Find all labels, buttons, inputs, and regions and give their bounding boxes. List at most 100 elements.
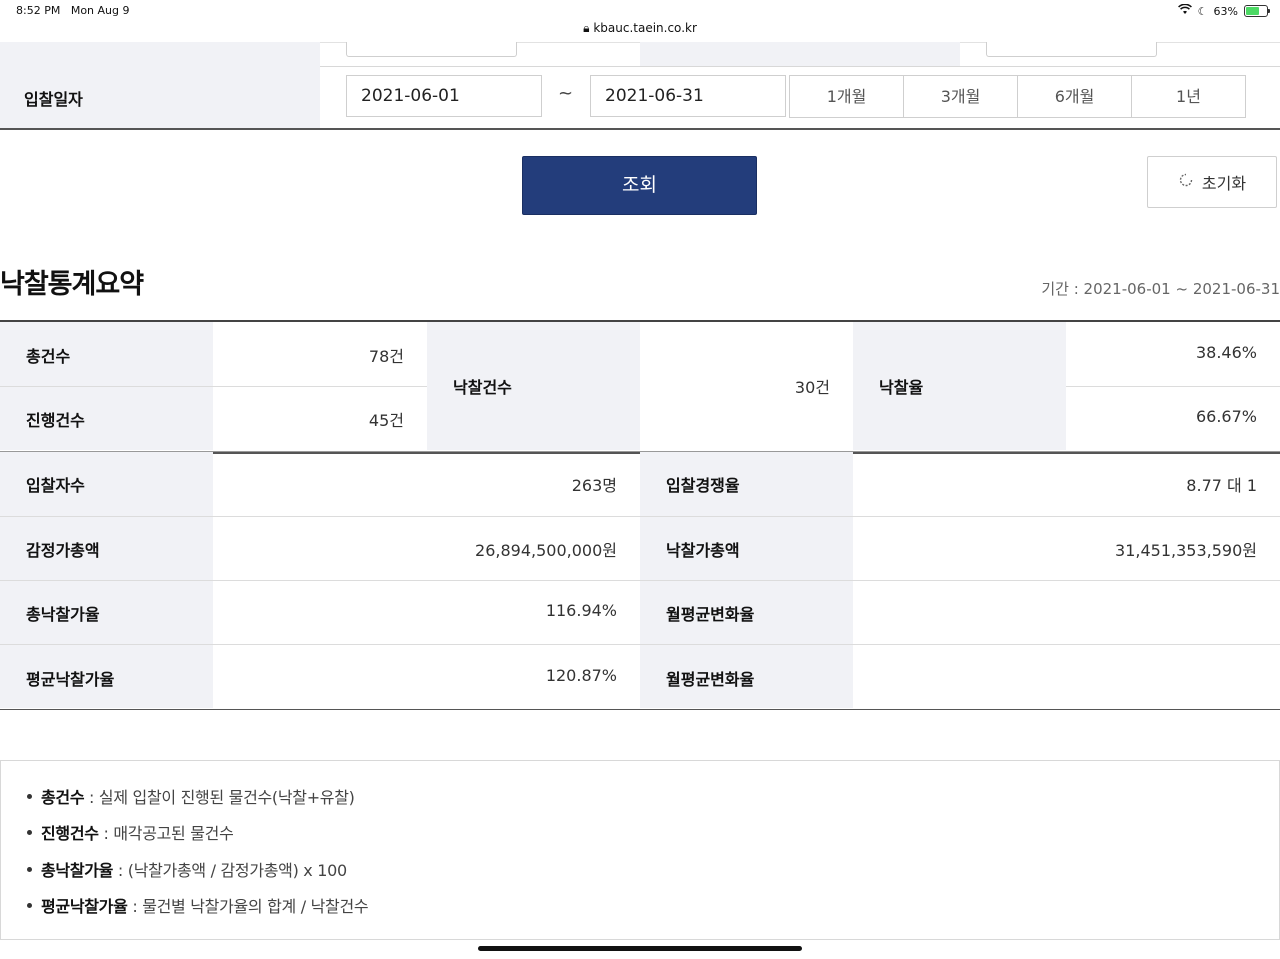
page-title: 낙찰통계요약 bbox=[0, 269, 144, 300]
note-desc: : (낙찰가총액 / 감정가총액) x 100 bbox=[113, 861, 347, 880]
total-label-cell: 총건수 bbox=[0, 322, 213, 386]
row-value-cell: 31,451,353,590원 bbox=[853, 517, 1280, 580]
moon-icon: ☾ bbox=[1197, 4, 1208, 18]
row-label-cell: 월평균변화율 bbox=[640, 645, 853, 708]
status-bar: 8:52 PM Mon Aug 9 🔒︎ kbauc.taein.co.kr ☾… bbox=[0, 0, 1280, 43]
note-term: 진행건수 bbox=[41, 824, 99, 843]
row-value-cell: 263명 bbox=[213, 452, 640, 516]
rate-value-1: 38.46% bbox=[1195, 343, 1257, 362]
row-value-cell bbox=[853, 645, 1280, 708]
avg-win-rate-value: 120.87% bbox=[545, 666, 617, 685]
won-value-cell: 30건 bbox=[640, 322, 853, 450]
row-value-cell: 26,894,500,000원 bbox=[213, 517, 640, 580]
row-label-cell: 월평균변화율 bbox=[640, 581, 853, 644]
competition-label: 입찰경쟁율 bbox=[666, 476, 740, 495]
total-value-cell: 78건 bbox=[213, 322, 427, 386]
row-label-cell: 총낙찰가율 bbox=[0, 581, 213, 644]
list-item: 총건수 : 실제 입찰이 진행된 물건수(낙찰+유찰) bbox=[27, 784, 355, 808]
rate-label-cell: 낙찰율 bbox=[853, 322, 1066, 450]
end-date-input[interactable]: 2021-06-31 bbox=[590, 75, 786, 117]
appraisal-total-label: 감정가총액 bbox=[26, 541, 100, 560]
row-divider bbox=[1066, 386, 1280, 387]
note-term: 평균낙찰가율 bbox=[41, 897, 128, 916]
bidders-value: 263명 bbox=[571, 476, 617, 495]
partial-label-cell bbox=[0, 42, 320, 66]
start-date-input[interactable]: 2021-06-01 bbox=[346, 75, 542, 117]
total-value: 78건 bbox=[368, 347, 404, 366]
row-label-cell: 평균낙찰가율 bbox=[0, 645, 213, 708]
period-button-group: 1개월 3개월 6개월 1년 bbox=[789, 75, 1246, 118]
note-term: 총건수 bbox=[41, 788, 85, 807]
competition-value: 8.77 대 1 bbox=[1186, 476, 1257, 495]
url-text: kbauc.taein.co.kr bbox=[593, 21, 697, 35]
home-indicator[interactable] bbox=[478, 946, 802, 951]
battery-icon bbox=[1244, 5, 1270, 17]
note-term: 총낙찰가율 bbox=[41, 861, 114, 880]
monthly-change-label-2: 월평균변화율 bbox=[666, 670, 755, 689]
period-1-month-button[interactable]: 1개월 bbox=[790, 76, 904, 117]
partial-select[interactable] bbox=[346, 42, 517, 57]
progress-value-cell: 45건 bbox=[213, 386, 427, 450]
row-label-cell: 낙찰가총액 bbox=[640, 517, 853, 580]
period-1-year-button[interactable]: 1년 bbox=[1132, 76, 1245, 117]
avg-win-rate-label: 평균낙찰가율 bbox=[26, 670, 115, 689]
monthly-change-label: 월평균변화율 bbox=[666, 605, 755, 624]
note-desc: : 실제 입찰이 진행된 물건수(낙찰+유찰) bbox=[84, 788, 355, 807]
list-item: 총낙찰가율 : (낙찰가총액 / 감정가총액) x 100 bbox=[27, 857, 347, 881]
progress-label: 진행건수 bbox=[26, 411, 85, 430]
reset-label: 초기화 bbox=[1201, 174, 1247, 193]
refresh-icon bbox=[1178, 172, 1194, 192]
period-3-month-button[interactable]: 3개월 bbox=[904, 76, 1018, 117]
reset-button[interactable]: 초기화 bbox=[1147, 156, 1277, 208]
progress-value: 45건 bbox=[368, 411, 404, 430]
list-item: 진행건수 : 매각공고된 물건수 bbox=[27, 820, 234, 844]
row-value-cell bbox=[853, 581, 1280, 644]
rate-label: 낙찰율 bbox=[879, 378, 924, 397]
status-indicators: ☾ 63% bbox=[1177, 3, 1270, 18]
bullet-icon bbox=[27, 794, 32, 799]
won-value: 30건 bbox=[794, 378, 830, 397]
clock-date: Mon Aug 9 bbox=[70, 4, 130, 17]
won-label: 낙찰건수 bbox=[453, 378, 512, 397]
rate-value-2-cell: 66.67% bbox=[1066, 386, 1280, 450]
partial-select-2[interactable] bbox=[986, 42, 1157, 57]
winning-total-value: 31,451,353,590원 bbox=[1115, 541, 1257, 560]
list-item: 평균낙찰가율 : 물건별 낙찰가율의 합계 / 낙찰건수 bbox=[27, 893, 369, 917]
progress-label-cell: 진행건수 bbox=[0, 386, 213, 450]
lock-icon: 🔒︎ bbox=[583, 21, 590, 35]
total-win-rate-label: 총낙찰가율 bbox=[26, 605, 100, 624]
status-time: 8:52 PM Mon Aug 9 bbox=[16, 4, 130, 17]
appraisal-total-value: 26,894,500,000원 bbox=[475, 541, 617, 560]
row-divider bbox=[0, 386, 427, 387]
bullet-icon bbox=[27, 903, 32, 908]
partial-label-cell-2 bbox=[640, 42, 960, 66]
period-6-month-button[interactable]: 6개월 bbox=[1018, 76, 1132, 117]
total-label: 총건수 bbox=[26, 347, 71, 366]
won-label-cell: 낙찰건수 bbox=[427, 322, 640, 450]
row-value-cell: 116.94% bbox=[213, 581, 640, 644]
total-win-rate-value: 116.94% bbox=[545, 601, 617, 620]
summary-table-amounts: 입찰자수 263명 입찰경쟁율 8.77 대 1 감정가총액 26,894,50… bbox=[0, 451, 1280, 710]
note-desc: : 매각공고된 물건수 bbox=[98, 824, 234, 843]
bid-date-row: 입찰일자 2021-06-01 ~ 2021-06-31 1개월 3개월 6개월… bbox=[0, 66, 1280, 130]
bullet-icon bbox=[27, 867, 32, 872]
bullet-icon bbox=[27, 830, 32, 835]
row-label-cell: 감정가총액 bbox=[0, 517, 213, 580]
address-bar[interactable]: 🔒︎ kbauc.taein.co.kr bbox=[0, 21, 1280, 36]
period-info: 기간 : 2021-06-01 ~ 2021-06-31 bbox=[1041, 280, 1280, 298]
note-desc: : 물건별 낙찰가율의 합계 / 낙찰건수 bbox=[127, 897, 369, 916]
partial-filter-row bbox=[0, 42, 1280, 67]
rate-value-1-cell: 38.46% bbox=[1066, 322, 1280, 386]
bidders-label: 입찰자수 bbox=[26, 476, 85, 495]
bid-date-label: 입찰일자 bbox=[24, 90, 83, 109]
clock-time: 8:52 PM bbox=[16, 4, 61, 17]
row-label-cell: 입찰자수 bbox=[0, 452, 213, 516]
bid-date-label-cell: 입찰일자 bbox=[0, 66, 320, 128]
date-separator: ~ bbox=[558, 83, 574, 104]
rate-value-2: 66.67% bbox=[1195, 407, 1257, 426]
search-button[interactable]: 조회 bbox=[522, 156, 757, 215]
definitions-box: 총건수 : 실제 입찰이 진행된 물건수(낙찰+유찰) 진행건수 : 매각공고된… bbox=[0, 760, 1280, 940]
row-label-cell: 입찰경쟁율 bbox=[640, 452, 853, 516]
row-value-cell: 8.77 대 1 bbox=[853, 452, 1280, 516]
row-value-cell: 120.87% bbox=[213, 645, 640, 708]
